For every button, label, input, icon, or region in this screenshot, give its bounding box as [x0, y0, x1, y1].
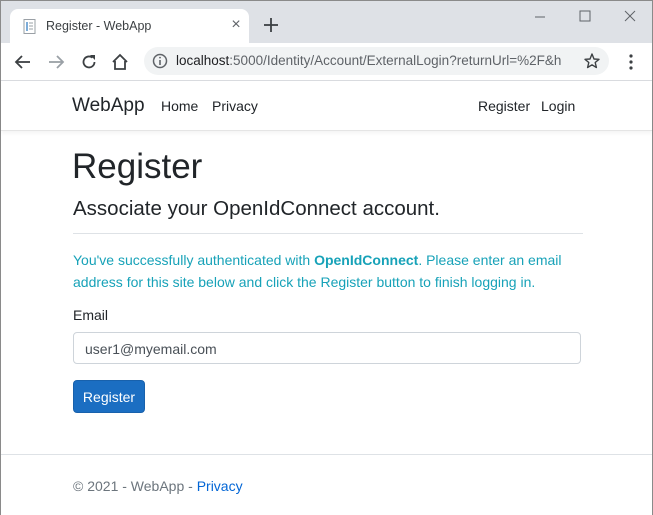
- info-prefix: You've successfully authenticated with: [73, 252, 315, 268]
- close-tab-icon[interactable]: ×: [229, 17, 243, 33]
- address-bar[interactable]: localhost:5000/Identity/Account/External…: [144, 47, 609, 75]
- maximize-icon[interactable]: [575, 7, 595, 27]
- minimize-icon[interactable]: [530, 7, 550, 27]
- nav-link-home[interactable]: Home: [161, 98, 198, 114]
- url-text[interactable]: localhost:5000/Identity/Account/External…: [176, 53, 576, 68]
- url-host: localhost: [176, 53, 230, 68]
- browser-toolbar: localhost:5000/Identity/Account/External…: [1, 43, 652, 81]
- home-icon[interactable]: [110, 52, 130, 72]
- kebab-menu-icon[interactable]: [625, 52, 637, 72]
- document-icon: [23, 19, 36, 34]
- site-footer: © 2021 - WebApp - Privacy: [1, 454, 652, 515]
- info-message: You've successfully authenticated with O…: [73, 249, 583, 293]
- footer-text: © 2021 - WebApp - Privacy: [73, 478, 243, 494]
- email-field[interactable]: user1@myemail.com: [73, 332, 581, 364]
- footer-copyright: © 2021 - WebApp -: [73, 478, 197, 494]
- page-subtitle: Associate your OpenIdConnect account.: [73, 197, 440, 220]
- close-window-icon[interactable]: [620, 7, 640, 27]
- nav-link-login[interactable]: Login: [541, 98, 575, 114]
- tab-title: Register - WebApp: [46, 19, 152, 33]
- register-button[interactable]: Register: [73, 380, 145, 413]
- info-icon[interactable]: [152, 53, 168, 69]
- bookmark-star-icon[interactable]: [583, 52, 601, 70]
- back-arrow-icon[interactable]: [13, 52, 33, 72]
- reload-icon[interactable]: [79, 52, 99, 72]
- page-title: Register: [72, 147, 203, 186]
- site-navbar: WebApp Home Privacy Register Login: [1, 81, 652, 131]
- nav-link-privacy[interactable]: Privacy: [212, 98, 258, 114]
- browser-window: Register - WebApp × localhost:5000/Ident…: [0, 0, 653, 515]
- info-provider: OpenIdConnect: [314, 252, 419, 268]
- brand-link[interactable]: WebApp: [72, 95, 145, 117]
- browser-titlebar: Register - WebApp ×: [1, 1, 652, 43]
- url-path: :5000/Identity/Account/ExternalLogin?ret…: [229, 53, 562, 68]
- divider: [73, 233, 583, 234]
- forward-arrow-icon[interactable]: [46, 52, 66, 72]
- new-tab-icon[interactable]: [261, 15, 281, 35]
- browser-tab[interactable]: Register - WebApp ×: [10, 9, 249, 43]
- footer-privacy-link[interactable]: Privacy: [197, 478, 243, 494]
- nav-link-register[interactable]: Register: [478, 98, 530, 114]
- email-label: Email: [73, 307, 109, 323]
